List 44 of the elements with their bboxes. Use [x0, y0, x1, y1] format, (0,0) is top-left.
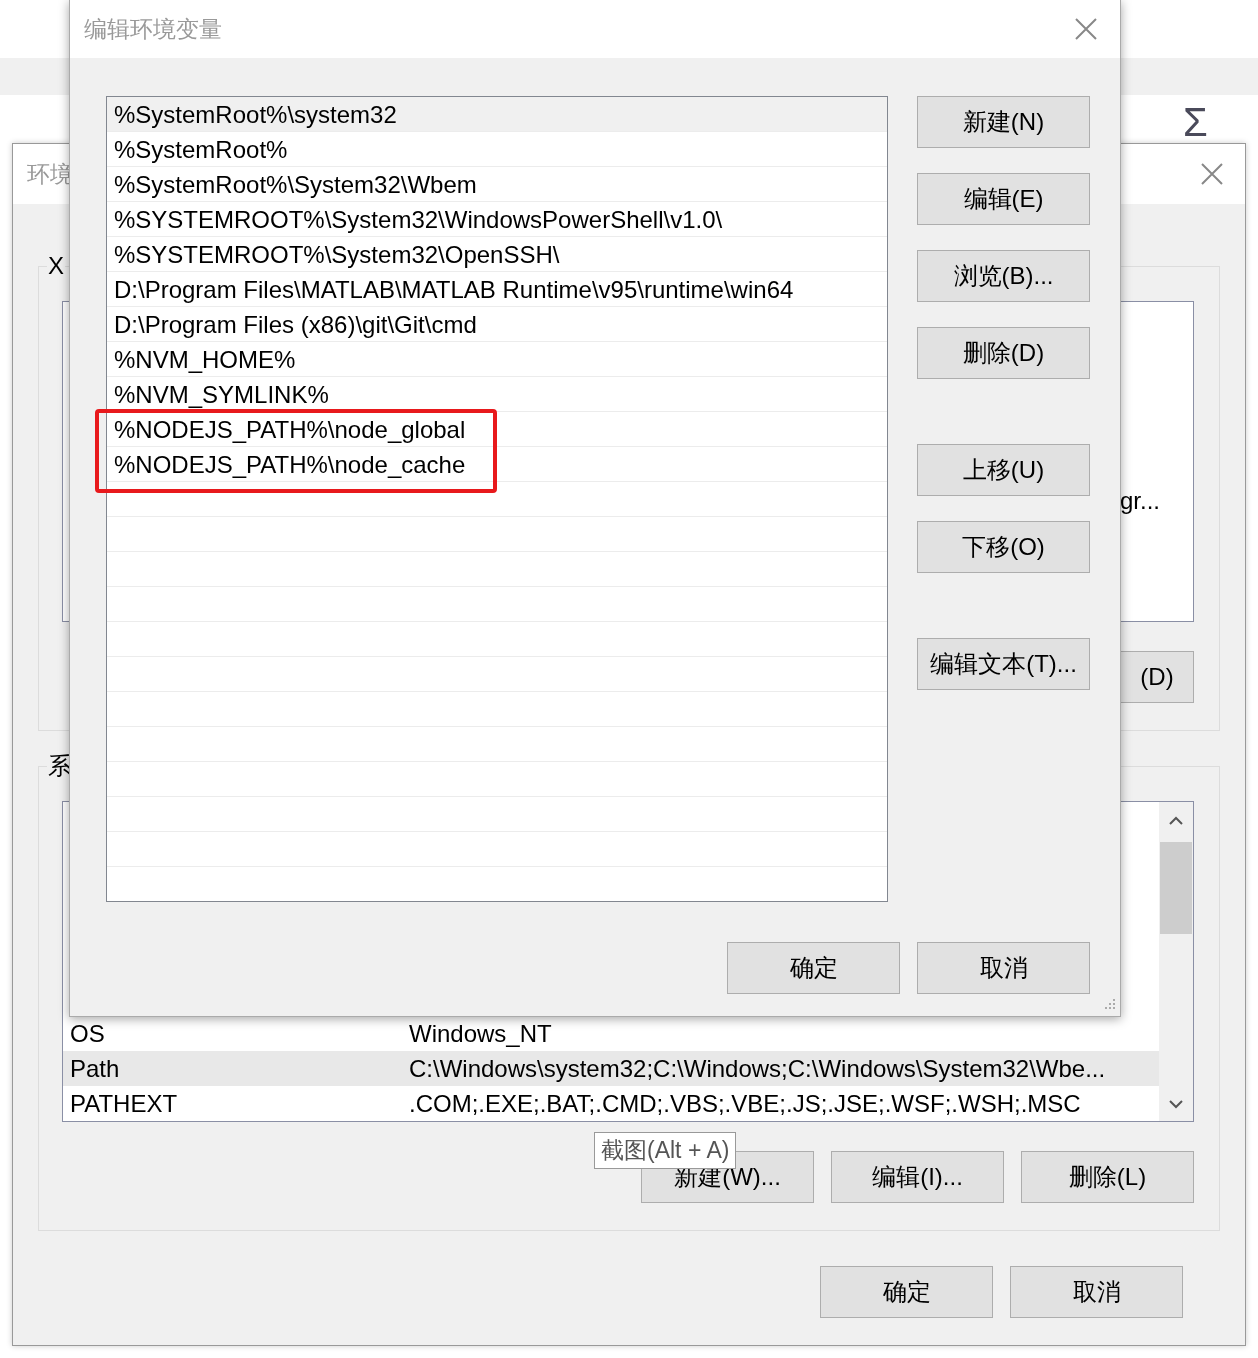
dialog-button[interactable]: 取消: [917, 942, 1090, 994]
dialog-button[interactable]: 取消: [1010, 1266, 1183, 1318]
path-item[interactable]: %SystemRoot%\system32: [107, 97, 887, 132]
variable-value: .COM;.EXE;.BAT;.CMD;.VBS;.VBE;.JS;.JSE;.WSF;.WSH;.MSC: [409, 1089, 1081, 1118]
path-item[interactable]: %NODEJS_PATH%\node_cache: [107, 447, 887, 482]
path-item[interactable]: %NVM_SYMLINK%: [107, 377, 887, 412]
dialog-button[interactable]: 确定: [820, 1266, 993, 1318]
list-text: gr...: [1120, 487, 1161, 514]
path-item[interactable]: D:\Program Files (x86)\git\Git\cmd: [107, 307, 887, 342]
scrollbar[interactable]: [1159, 802, 1193, 1121]
path-item[interactable]: %SystemRoot%: [107, 132, 887, 167]
action-button[interactable]: 上移(U): [917, 444, 1090, 496]
action-button[interactable]: 删除(L): [1021, 1151, 1194, 1203]
variable-row[interactable]: OS Windows_NT: [63, 1016, 1159, 1051]
dialog-button[interactable]: 确定: [727, 942, 900, 994]
action-button[interactable]: 新建(N): [917, 96, 1090, 148]
action-button[interactable]: 删除(D): [917, 327, 1090, 379]
resize-grip-icon[interactable]: [1102, 998, 1116, 1012]
variable-name: Path: [70, 1054, 121, 1083]
path-item[interactable]: %NVM_HOME%: [107, 342, 887, 377]
variable-value: C:\Windows\system32;C:\Windows;C:\Windows\System32\Wbe...: [409, 1054, 1106, 1083]
variable-name: PATHEXT: [70, 1089, 179, 1118]
variable-value: Windows_NT: [409, 1019, 552, 1048]
scroll-down-icon[interactable]: [1169, 1100, 1183, 1109]
action-button[interactable]: 编辑文本(T)...: [917, 638, 1090, 690]
delete-button[interactable]: (D): [1120, 651, 1194, 703]
close-icon[interactable]: [1075, 18, 1097, 40]
path-item[interactable]: %SYSTEMROOT%\System32\OpenSSH\: [107, 237, 887, 272]
window-title: 编辑环境变量: [84, 14, 222, 44]
action-button[interactable]: 下移(O): [917, 521, 1090, 573]
action-button[interactable]: 编辑(E): [917, 173, 1090, 225]
variable-row[interactable]: PATHEXT .COM;.EXE;.BAT;.CMD;.VBS;.VBE;.JS;.JSE;.WSF;.WSH;.MSC: [63, 1086, 1159, 1121]
path-item[interactable]: %NODEJS_PATH%\node_global: [107, 412, 887, 447]
action-button[interactable]: 编辑(I)...: [831, 1151, 1004, 1203]
variable-row[interactable]: Path C:\Windows\system32;C:\Windows;C:\Windows\System32\Wbe...: [63, 1051, 1159, 1086]
tooltip: 截图(Alt + A): [594, 1132, 737, 1169]
path-item[interactable]: D:\Program Files\MATLAB\MATLAB Runtime\v95\runtime\win64: [107, 272, 887, 307]
path-item[interactable]: %SystemRoot%\System32\Wbem: [107, 167, 887, 202]
path-item[interactable]: %SYSTEMROOT%\System32\WindowsPowerShell\v1.0\: [107, 202, 887, 237]
variable-name: OS: [70, 1019, 106, 1048]
sum-icon[interactable]: Σ: [1183, 104, 1208, 140]
action-button[interactable]: 浏览(B)...: [917, 250, 1090, 302]
scroll-up-icon[interactable]: [1169, 816, 1183, 825]
close-icon[interactable]: [1201, 163, 1223, 185]
